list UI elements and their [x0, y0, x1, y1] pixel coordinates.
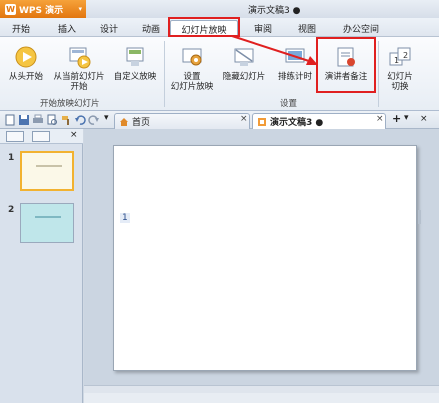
home-icon — [120, 117, 128, 126]
undo-icon[interactable] — [74, 114, 86, 126]
start-from-current-label: 从当前幻灯片 开始 — [53, 72, 105, 92]
chevron-down-icon[interactable]: ▾ — [104, 113, 109, 123]
svg-text:1: 1 — [394, 56, 399, 65]
slide-number: 1 — [8, 153, 15, 163]
play-icon — [15, 46, 37, 68]
app-name: WPS 演示 — [19, 5, 64, 16]
custom-show-button[interactable]: 自定义放映 — [110, 45, 160, 82]
slide-transition-label: 幻灯片 切换 — [387, 72, 413, 92]
custom-show-label: 自定义放映 — [113, 72, 157, 82]
close-icon[interactable]: × — [420, 114, 428, 124]
setup-slideshow-button[interactable]: 设置 幻灯片放映 — [166, 45, 218, 92]
group-divider — [164, 41, 165, 107]
setup-show-icon — [182, 48, 202, 66]
tab-document[interactable]: 演示文稿3 ● — [252, 113, 386, 129]
setup-slideshow-label: 设置 幻灯片放映 — [170, 72, 214, 92]
slide-transition-button[interactable]: 2 1 幻灯片 切换 — [382, 45, 418, 92]
tab-office-space[interactable]: 办公空间 — [336, 20, 386, 37]
chevron-down-icon: ▾ — [78, 5, 82, 13]
new-doc-icon[interactable] — [4, 114, 16, 126]
group-label-setup: 设置 — [280, 99, 298, 109]
vertical-splitter[interactable] — [418, 210, 421, 224]
tab-slides[interactable] — [32, 131, 50, 142]
wps-logo-icon: W — [5, 3, 16, 15]
redo-icon[interactable] — [88, 114, 100, 126]
group-divider — [378, 41, 379, 107]
print-preview-icon[interactable] — [46, 114, 58, 126]
close-icon[interactable]: × — [240, 114, 248, 124]
panel-tabs: × — [0, 129, 83, 144]
quick-access-toolbar: ▾ 首页 × 演示文稿3 ● × + ▾ × — [0, 111, 439, 129]
thumb-placeholder-line — [35, 216, 61, 218]
svg-text:2: 2 — [403, 51, 408, 60]
close-icon[interactable]: × — [70, 130, 78, 140]
thumb-placeholder-line — [36, 165, 62, 167]
tab-insert[interactable]: 插入 — [52, 20, 82, 37]
tab-home-page-label: 首页 — [132, 118, 151, 128]
start-from-beginning-button[interactable]: 从头开始 — [6, 45, 46, 82]
tab-outline[interactable] — [6, 131, 24, 142]
custom-show-icon — [126, 47, 144, 66]
slide-canvas[interactable] — [113, 145, 417, 371]
play-current-icon — [69, 47, 91, 69]
app-menu-button[interactable]: W WPS 演示 ▾ — [0, 0, 86, 18]
annotation-arrow-icon — [231, 35, 318, 65]
slide-marker: 1 — [120, 213, 130, 223]
tab-animation[interactable]: 动画 — [136, 20, 166, 37]
slide-thumbnail-2[interactable] — [20, 203, 74, 243]
tab-document-label: 演示文稿3 ● — [270, 118, 324, 128]
close-icon[interactable]: × — [376, 114, 384, 124]
doc-icon — [258, 117, 266, 126]
title-bar: W WPS 演示 ▾ 演示文稿3 ● — [0, 0, 439, 18]
group-label-start-show: 开始放映幻灯片 — [40, 99, 100, 109]
slide-editor: 1 — [84, 129, 439, 403]
save-icon[interactable] — [18, 114, 30, 126]
slides-panel: × 1 2 — [0, 129, 83, 403]
format-painter-icon[interactable] — [60, 114, 72, 126]
tab-home-page[interactable]: 首页 — [114, 113, 250, 129]
add-tab-button[interactable]: + — [392, 112, 401, 125]
slide-transition-icon: 2 1 — [389, 47, 411, 66]
tab-home[interactable]: 开始 — [6, 20, 36, 37]
start-from-current-button[interactable]: 从当前幻灯片 开始 — [50, 45, 108, 92]
print-icon[interactable] — [32, 114, 44, 126]
tab-list-chevron-icon[interactable]: ▾ — [404, 113, 409, 123]
slide-number: 2 — [8, 205, 15, 215]
tab-design[interactable]: 设计 — [94, 20, 124, 37]
window-title: 演示文稿3 ● — [248, 6, 301, 16]
slide-thumbnail-1[interactable] — [20, 151, 74, 191]
horizontal-scrollbar[interactable] — [84, 385, 439, 393]
start-from-beginning-label: 从头开始 — [8, 72, 43, 82]
notes-pane[interactable] — [84, 393, 439, 403]
